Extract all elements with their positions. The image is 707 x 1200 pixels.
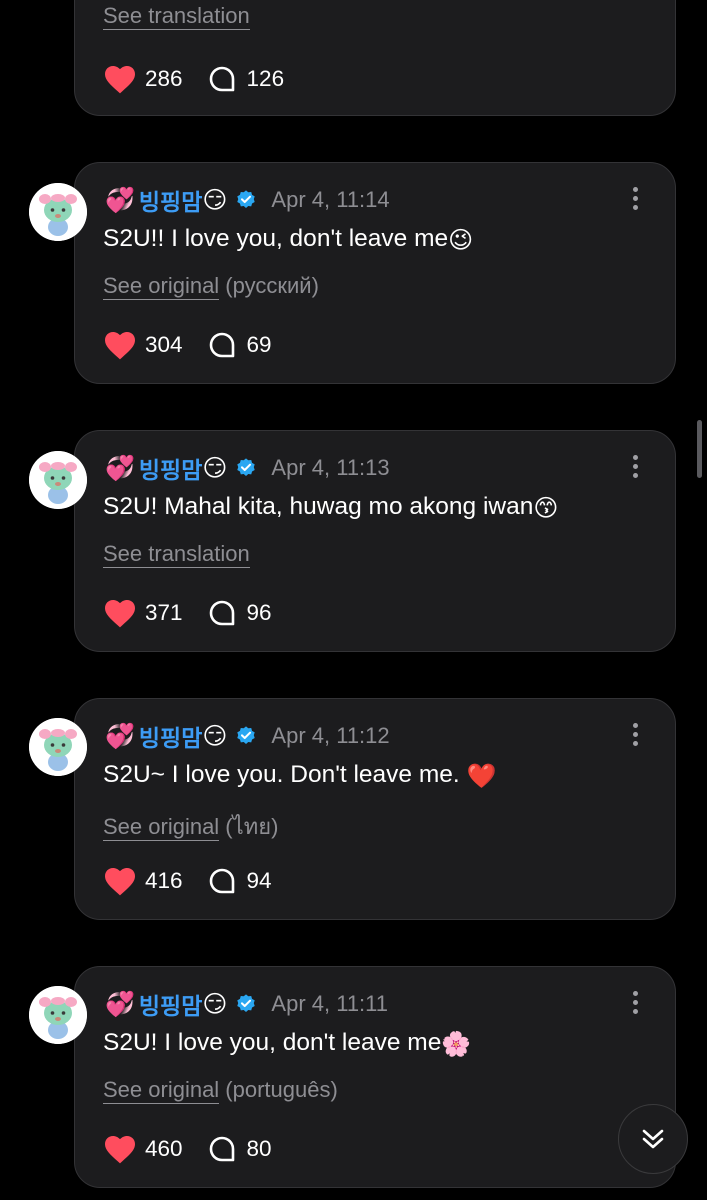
comment-bubble-icon[interactable] bbox=[207, 866, 237, 896]
comment-text: S2U~ I love you. Don't leave me. ❤️ bbox=[103, 761, 496, 789]
comment-count: 126 bbox=[246, 66, 285, 91]
heart-icon[interactable] bbox=[103, 1134, 137, 1164]
avatar[interactable] bbox=[29, 718, 87, 776]
verified-badge-icon bbox=[237, 726, 256, 744]
avatar-character-icon bbox=[29, 718, 87, 776]
comment-bubble-icon[interactable] bbox=[207, 64, 237, 94]
comment-text-body: S2U! Mahal kita, huwag mo akong iwan bbox=[103, 493, 534, 520]
post-header: 💞 빙핑맘 😏 Apr 4, 11:13 bbox=[105, 451, 390, 485]
post-header: 💞 빙핑맘 😏 Apr 4, 11:12 bbox=[105, 719, 390, 753]
comment-card: 💞 빙핑맘 😏 Apr 4, 11:11 S2U! I love you, do… bbox=[74, 966, 676, 1188]
more-vertical-icon[interactable] bbox=[631, 723, 639, 749]
stats-row: 416 94 bbox=[103, 865, 272, 897]
name-emoji: 😏 bbox=[202, 454, 228, 482]
verified-badge-icon bbox=[237, 458, 256, 476]
badge-emoji: 💞 bbox=[105, 722, 135, 750]
source-language: (русский) bbox=[219, 273, 319, 298]
avatar-character-icon bbox=[29, 986, 87, 1044]
avatar[interactable] bbox=[29, 451, 87, 509]
more-vertical-icon[interactable] bbox=[631, 187, 639, 213]
avatar[interactable] bbox=[29, 183, 87, 241]
stats-row: 371 96 bbox=[103, 597, 272, 629]
post-date: Apr 4, 11:13 bbox=[271, 455, 390, 480]
comment-text-body: S2U! I love you, don't leave me bbox=[103, 1029, 442, 1056]
post-header: 💞 빙핑맘 😏 Apr 4, 11:11 bbox=[105, 987, 389, 1021]
see-original-link[interactable]: See original bbox=[103, 814, 220, 841]
like-count: 416 bbox=[145, 868, 183, 893]
username[interactable]: 빙핑맘 bbox=[139, 183, 202, 217]
heart-icon[interactable] bbox=[103, 64, 137, 94]
username[interactable]: 빙핑맘 bbox=[139, 451, 202, 485]
avatar-character-icon bbox=[29, 451, 87, 509]
comment-text: S2U! I love you, don't leave me🌸 bbox=[103, 1029, 471, 1057]
stats-row: 286 126 bbox=[103, 63, 284, 95]
scroll-to-bottom-button[interactable] bbox=[618, 1104, 688, 1174]
comment-bubble-icon[interactable] bbox=[207, 330, 237, 360]
see-translation-link[interactable]: See translation bbox=[103, 3, 250, 30]
badge-emoji: 💞 bbox=[105, 186, 135, 214]
text-emoji: ❤️ bbox=[466, 762, 497, 790]
name-emoji: 😏 bbox=[202, 186, 228, 214]
scrollbar-thumb[interactable] bbox=[697, 420, 702, 478]
see-original-link[interactable]: See original bbox=[103, 1077, 220, 1104]
source-language: (ไทย) bbox=[219, 814, 279, 839]
username[interactable]: 빙핑맘 bbox=[139, 719, 202, 753]
see-original-row: See original (português) bbox=[103, 1077, 338, 1104]
more-vertical-icon[interactable] bbox=[631, 991, 639, 1017]
post-header: 💞 빙핑맘 😏 Apr 4, 11:14 bbox=[105, 183, 390, 217]
like-count: 371 bbox=[145, 600, 183, 625]
heart-icon[interactable] bbox=[103, 330, 137, 360]
stats-row: 460 80 bbox=[103, 1133, 272, 1165]
see-translation-link[interactable]: See translation bbox=[103, 541, 250, 568]
more-vertical-icon[interactable] bbox=[631, 455, 639, 481]
avatar[interactable] bbox=[29, 986, 87, 1044]
post-date: Apr 4, 11:11 bbox=[271, 991, 389, 1016]
comment-count: 96 bbox=[246, 600, 272, 625]
comment-count: 69 bbox=[246, 332, 272, 357]
comment-text: S2U!! I love you, don't leave me😉 bbox=[103, 225, 473, 253]
see-original-link[interactable]: See original bbox=[103, 273, 220, 300]
comment-card: See translation 286 126 bbox=[74, 0, 676, 116]
comment-bubble-icon[interactable] bbox=[207, 1134, 237, 1164]
text-emoji: 🌸 bbox=[441, 1030, 472, 1058]
like-count: 304 bbox=[145, 332, 183, 357]
badge-emoji: 💞 bbox=[105, 454, 135, 482]
post-date: Apr 4, 11:14 bbox=[271, 187, 390, 212]
heart-icon[interactable] bbox=[103, 598, 137, 628]
see-original-row: See original (ไทย) bbox=[103, 809, 278, 844]
name-emoji: 😏 bbox=[202, 990, 228, 1018]
comment-card: 💞 빙핑맘 😏 Apr 4, 11:14 S2U!! I love you, d… bbox=[74, 162, 676, 384]
text-emoji: 😙 bbox=[533, 494, 559, 522]
stats-row: 304 69 bbox=[103, 329, 272, 361]
comment-text-body: S2U!! I love you, don't leave me bbox=[103, 225, 449, 252]
verified-badge-icon bbox=[237, 994, 256, 1012]
username[interactable]: 빙핑맘 bbox=[139, 987, 202, 1021]
name-emoji: 😏 bbox=[202, 722, 228, 750]
comment-bubble-icon[interactable] bbox=[207, 598, 237, 628]
comment-card: 💞 빙핑맘 😏 Apr 4, 11:13 S2U! Mahal kita, hu… bbox=[74, 430, 676, 652]
like-count: 286 bbox=[145, 66, 183, 91]
comment-count: 80 bbox=[246, 1136, 272, 1161]
like-count: 460 bbox=[145, 1136, 183, 1161]
comment-text-body: S2U~ I love you. Don't leave me. bbox=[103, 761, 467, 788]
double-chevron-down-icon bbox=[642, 1129, 664, 1149]
post-date: Apr 4, 11:12 bbox=[271, 723, 390, 748]
heart-icon[interactable] bbox=[103, 866, 137, 896]
text-emoji: 😉 bbox=[448, 226, 474, 254]
source-language: (português) bbox=[219, 1077, 338, 1102]
comment-text: S2U! Mahal kita, huwag mo akong iwan😙 bbox=[103, 493, 558, 521]
see-original-row: See original (русский) bbox=[103, 273, 319, 300]
see-translation-row: See translation bbox=[103, 3, 250, 30]
comment-count: 94 bbox=[246, 868, 272, 893]
verified-badge-icon bbox=[237, 190, 256, 208]
avatar-character-icon bbox=[29, 183, 87, 241]
see-translation-row: See translation bbox=[103, 541, 250, 568]
comment-card: 💞 빙핑맘 😏 Apr 4, 11:12 S2U~ I love you. Do… bbox=[74, 698, 676, 920]
badge-emoji: 💞 bbox=[105, 990, 135, 1018]
